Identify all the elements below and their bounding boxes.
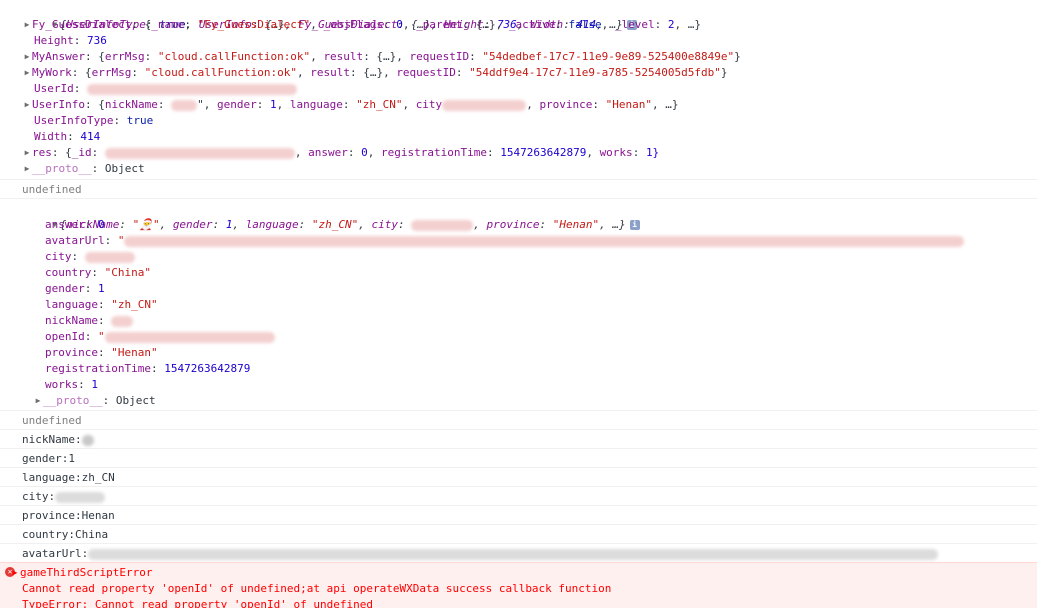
property-width: Width: 414 bbox=[34, 130, 101, 143]
property-userid: UserId: bbox=[34, 81, 1037, 97]
console-undefined: undefined bbox=[0, 411, 1037, 430]
collapsed-triangle-icon[interactable]: ▶ bbox=[33, 393, 43, 409]
redacted-value bbox=[84, 251, 135, 263]
collapsed-triangle-icon[interactable]: ▶ bbox=[22, 161, 32, 177]
property-works: works: 1 bbox=[45, 378, 98, 391]
object-summary[interactable]: ▼ {UserInfoType: true, UserInfo: {…}, Fy_… bbox=[22, 1, 1037, 31]
redacted-value bbox=[55, 491, 106, 503]
property-proto[interactable]: ▶ __proto__: Object bbox=[25, 161, 1037, 177]
error-message: Cannot read property 'openId' of undefin… bbox=[22, 582, 612, 595]
log-country: country:China bbox=[0, 525, 1037, 544]
log-gender: gender:1 bbox=[0, 449, 1037, 468]
property-openid: openId: " bbox=[45, 329, 1037, 345]
property-userinfotype: UserInfoType: true bbox=[34, 114, 154, 127]
collapsed-triangle-icon[interactable]: ▶ bbox=[22, 49, 32, 65]
property-proto[interactable]: ▶ __proto__: Object bbox=[36, 393, 1037, 409]
property-mywork[interactable]: ▶ MyWork: {errMsg: "cloud.callFunction:ok… bbox=[25, 65, 1037, 81]
collapsed-triangle-icon[interactable]: ▶ bbox=[22, 97, 32, 113]
log-city: city: bbox=[0, 487, 1037, 506]
collapsed-triangle-icon[interactable]: ▶ bbox=[22, 17, 32, 33]
error-type: TypeError: Cannot read property 'openId'… bbox=[22, 598, 373, 608]
property-registrationtime: registrationTime: 1547263642879 bbox=[45, 362, 251, 375]
console-message-object: ▼ {nickName: "🎅", gender: 1, language: "z… bbox=[0, 199, 1037, 411]
redacted-value bbox=[111, 315, 134, 327]
property-avatarurl: avatarUrl: " bbox=[45, 233, 1037, 249]
log-nickname: nickName: bbox=[0, 430, 1037, 449]
console-error-message: ✕ ▶ gameThirdScriptError Cannot read prop… bbox=[0, 562, 1037, 608]
property-res[interactable]: ▶ res: {_id: , answer: 0, registrationTim… bbox=[25, 145, 1037, 161]
property-myanswer[interactable]: ▶ MyAnswer: {errMsg: "cloud.callFunction:… bbox=[25, 49, 1037, 65]
property-height: Height: 736 bbox=[34, 34, 107, 47]
property-gender: gender: 1 bbox=[45, 282, 105, 295]
redacted-value bbox=[442, 99, 527, 111]
collapsed-triangle-icon[interactable]: ▶ bbox=[22, 65, 32, 81]
collapsed-triangle-icon[interactable]: ▶ bbox=[10, 565, 20, 581]
console-undefined: undefined bbox=[0, 180, 1037, 199]
object-summary[interactable]: ▼ {nickName: "🎅", gender: 1, language: "z… bbox=[22, 201, 1037, 231]
console-message-object: ▼ {UserInfoType: true, UserInfo: {…}, Fy_… bbox=[0, 0, 1037, 180]
error-title[interactable]: ▶ gameThirdScriptError bbox=[13, 565, 1037, 581]
devtools-console: ▼ {UserInfoType: true, UserInfo: {…}, Fy_… bbox=[0, 0, 1037, 608]
property-userinfo[interactable]: ▶ UserInfo: {nickName: ", gender: 1, lang… bbox=[25, 97, 1037, 113]
redacted-value bbox=[171, 99, 198, 111]
property-nickname: nickName: bbox=[45, 313, 1037, 329]
property-language: language: "zh_CN" bbox=[45, 298, 158, 311]
redacted-value bbox=[81, 434, 94, 446]
redacted-value bbox=[124, 235, 965, 247]
redacted-value bbox=[87, 83, 297, 95]
redacted-value bbox=[104, 331, 275, 343]
log-province: province:Henan bbox=[0, 506, 1037, 525]
property-city: city: bbox=[45, 249, 1037, 265]
log-language: language:zh_CN bbox=[0, 468, 1037, 487]
redacted-value bbox=[104, 147, 295, 159]
property-fy-guessdialect[interactable]: ▶ Fy_GuessDialect: {_name: "Fy_GuessDiale… bbox=[25, 17, 1037, 33]
redacted-value bbox=[88, 548, 939, 560]
collapsed-triangle-icon[interactable]: ▶ bbox=[22, 145, 32, 161]
log-avatarurl: avatarUrl: bbox=[0, 544, 1037, 563]
property-province: province: "Henan" bbox=[45, 346, 158, 359]
property-country: country: "China" bbox=[45, 266, 151, 279]
property-answer: answer: 0 bbox=[45, 218, 105, 231]
